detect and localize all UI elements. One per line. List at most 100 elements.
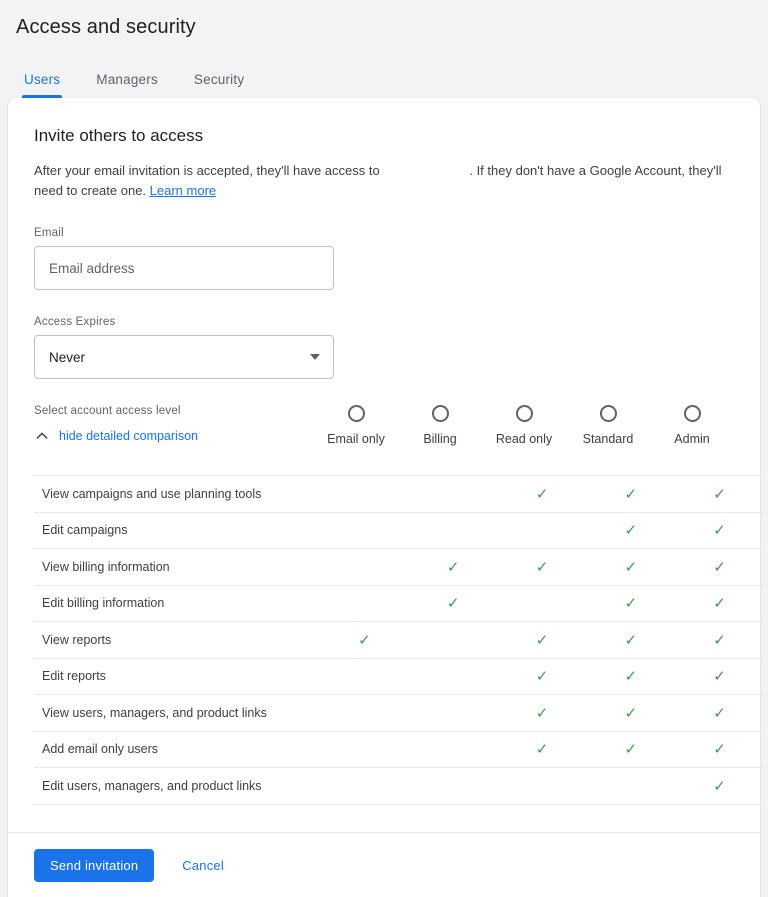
invite-section-title: Invite others to access <box>34 126 204 145</box>
access-level-read-only-label: Read only <box>495 432 553 446</box>
invite-card: Invite others to access After your email… <box>8 98 764 897</box>
access-level-section: Select account access level hide detaile… <box>34 405 734 459</box>
tab-users-label: Users <box>24 72 61 87</box>
empty-cell <box>408 730 498 768</box>
check-icon: ✓ <box>675 730 764 768</box>
radio-icon <box>515 405 533 422</box>
feature-label: Add email only users <box>34 730 320 768</box>
access-expires-select[interactable]: Never <box>34 335 334 379</box>
email-label: Email <box>34 227 64 239</box>
check-icon: ✓ <box>675 511 764 549</box>
access-level-caption: Select account access level <box>34 405 181 417</box>
feature-label: Edit reports <box>34 657 320 695</box>
chevron-up-icon <box>36 432 48 439</box>
feature-label: Edit campaigns <box>34 511 320 549</box>
send-invitation-button[interactable]: Send invitation <box>34 848 155 882</box>
empty-cell <box>497 511 587 549</box>
access-level-email-only-label: Email only <box>327 432 385 446</box>
check-icon: ✓ <box>497 657 587 695</box>
page-header: Access and security <box>0 0 768 40</box>
access-expires-label: Access Expires <box>34 316 116 328</box>
table-row: View reports ✓ ✓ ✓ ✓ <box>34 621 764 658</box>
empty-cell <box>586 767 676 805</box>
access-level-read-only[interactable]: Read only <box>482 405 566 446</box>
access-level-email-only[interactable]: Email only <box>314 405 398 446</box>
table-row: Edit billing information ✓ ✓ ✓ <box>34 584 764 622</box>
feature-label: View campaigns and use planning tools <box>34 475 320 512</box>
page-title: Access and security <box>16 16 196 38</box>
email-field-group: Email <box>34 227 734 290</box>
access-comparison-table-body: View campaigns and use planning tools ✓ ✓ ✓… <box>34 475 764 805</box>
check-icon: ✓ <box>408 548 498 585</box>
access-comparison-table: View campaigns and use planning tools ✓ ✓ ✓… <box>34 475 764 805</box>
check-icon: ✓ <box>320 621 409 658</box>
toggle-detailed-comparison-label: hide detailed comparison <box>59 429 198 443</box>
card-footer: Send invitation Cancel <box>8 832 760 897</box>
access-level-billing-label: Billing <box>423 432 457 446</box>
access-level-radio-group: Email only Billing Read only Standard Ad… <box>314 405 734 446</box>
empty-cell <box>320 694 409 731</box>
access-level-billing[interactable]: Billing <box>398 405 482 446</box>
cancel-button[interactable]: Cancel <box>176 857 230 874</box>
check-icon: ✓ <box>497 548 587 585</box>
check-icon: ✓ <box>497 475 587 512</box>
learn-more-link[interactable]: Learn more <box>150 183 216 198</box>
check-icon: ✓ <box>497 730 587 768</box>
check-icon: ✓ <box>586 548 676 585</box>
tab-users[interactable]: Users <box>22 72 63 98</box>
feature-label: View users, managers, and product links <box>34 694 320 731</box>
access-level-admin-label: Admin <box>674 432 710 446</box>
check-icon: ✓ <box>497 621 587 658</box>
email-input[interactable] <box>34 246 334 290</box>
empty-cell <box>408 511 498 549</box>
table-row: View billing information ✓ ✓ ✓ ✓ <box>34 548 764 585</box>
empty-cell <box>408 621 498 658</box>
empty-cell <box>408 694 498 731</box>
check-icon: ✓ <box>586 694 676 731</box>
table-row: Edit reports ✓ ✓ ✓ <box>34 657 764 695</box>
feature-label: Edit billing information <box>34 584 320 622</box>
radio-icon <box>683 405 701 422</box>
check-icon: ✓ <box>675 657 764 695</box>
check-icon: ✓ <box>675 621 764 658</box>
check-icon: ✓ <box>497 694 587 731</box>
feature-label: View billing information <box>34 548 320 585</box>
empty-cell <box>320 657 409 695</box>
table-row: Edit campaigns ✓ ✓ <box>34 511 764 549</box>
empty-cell <box>408 767 498 805</box>
radio-icon <box>347 405 365 422</box>
expires-field-group: Access Expires Never <box>34 316 734 379</box>
check-icon: ✓ <box>675 548 764 585</box>
check-icon: ✓ <box>675 475 764 512</box>
invite-description: After your email invitation is accepted,… <box>34 161 734 201</box>
empty-cell <box>320 475 409 512</box>
access-level-standard[interactable]: Standard <box>566 405 650 446</box>
empty-cell <box>408 475 498 512</box>
tab-security-label: Security <box>193 72 245 87</box>
access-level-left: Select account access level hide detaile… <box>34 405 314 444</box>
check-icon: ✓ <box>408 584 498 622</box>
empty-cell <box>497 767 587 805</box>
access-level-standard-label: Standard <box>582 432 634 446</box>
empty-cell <box>320 767 409 805</box>
tab-managers-label: Managers <box>96 72 158 87</box>
empty-cell <box>320 730 409 768</box>
empty-cell <box>320 511 409 549</box>
table-row: View users, managers, and product links ✓… <box>34 694 764 731</box>
check-icon: ✓ <box>586 584 676 622</box>
invite-description-before: After your email invitation is accepted,… <box>34 163 380 178</box>
access-level-admin[interactable]: Admin <box>650 405 734 446</box>
feature-label: View reports <box>34 621 320 658</box>
check-icon: ✓ <box>586 511 676 549</box>
toggle-detailed-comparison[interactable]: hide detailed comparison <box>34 428 314 444</box>
empty-cell <box>320 584 409 622</box>
invite-card-body: Invite others to access After your email… <box>8 98 764 805</box>
feature-label: Edit users, managers, and product links <box>34 767 320 805</box>
tab-managers[interactable]: Managers <box>96 72 158 98</box>
check-icon: ✓ <box>586 621 676 658</box>
empty-cell <box>497 584 587 622</box>
empty-cell <box>320 548 409 585</box>
radio-icon <box>599 405 617 422</box>
tab-security[interactable]: Security <box>194 72 244 98</box>
empty-cell <box>408 657 498 695</box>
